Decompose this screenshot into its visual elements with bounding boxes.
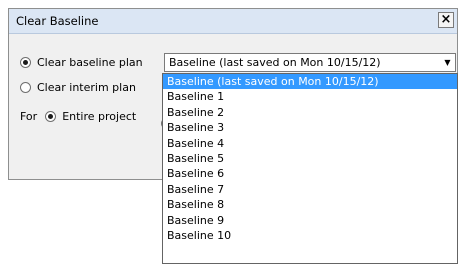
title-bar: Clear Baseline × (9, 9, 457, 34)
baseline-select-value: Baseline (last saved on Mon 10/15/12) (169, 56, 381, 69)
clear-baseline-option[interactable]: Clear baseline plan (20, 56, 143, 69)
dropdown-item[interactable]: Baseline 1 (163, 89, 457, 104)
clear-baseline-label: Clear baseline plan (37, 56, 143, 69)
close-button[interactable]: × (438, 12, 454, 28)
dropdown-item[interactable]: Baseline (last saved on Mon 10/15/12) (163, 74, 457, 90)
entire-project-label[interactable]: Entire project (62, 110, 136, 123)
baseline-dropdown-list[interactable]: Baseline (last saved on Mon 10/15/12) Ba… (162, 73, 458, 264)
baseline-select[interactable]: Baseline (last saved on Mon 10/15/12) ▼ (164, 53, 456, 72)
dropdown-item[interactable]: Baseline 7 (163, 182, 457, 197)
for-row: For Entire project (20, 110, 136, 123)
clear-interim-radio[interactable] (20, 82, 31, 93)
entire-project-radio[interactable] (45, 111, 57, 122)
dropdown-item[interactable]: Baseline 9 (163, 213, 457, 228)
dropdown-item[interactable]: Baseline 8 (163, 197, 457, 212)
dropdown-item[interactable]: Baseline 10 (163, 228, 457, 243)
for-label: For (20, 110, 38, 123)
chevron-down-icon[interactable]: ▼ (442, 57, 453, 68)
dialog-title: Clear Baseline (16, 14, 99, 28)
dropdown-item[interactable]: Baseline 4 (163, 136, 457, 151)
clear-baseline-radio[interactable] (20, 57, 31, 68)
dropdown-item[interactable]: Baseline 2 (163, 105, 457, 120)
dropdown-item[interactable]: Baseline 6 (163, 166, 457, 181)
clear-interim-option[interactable]: Clear interim plan (20, 81, 136, 94)
clear-interim-label: Clear interim plan (37, 81, 136, 94)
dropdown-item[interactable]: Baseline 3 (163, 120, 457, 135)
dropdown-item[interactable]: Baseline 5 (163, 151, 457, 166)
